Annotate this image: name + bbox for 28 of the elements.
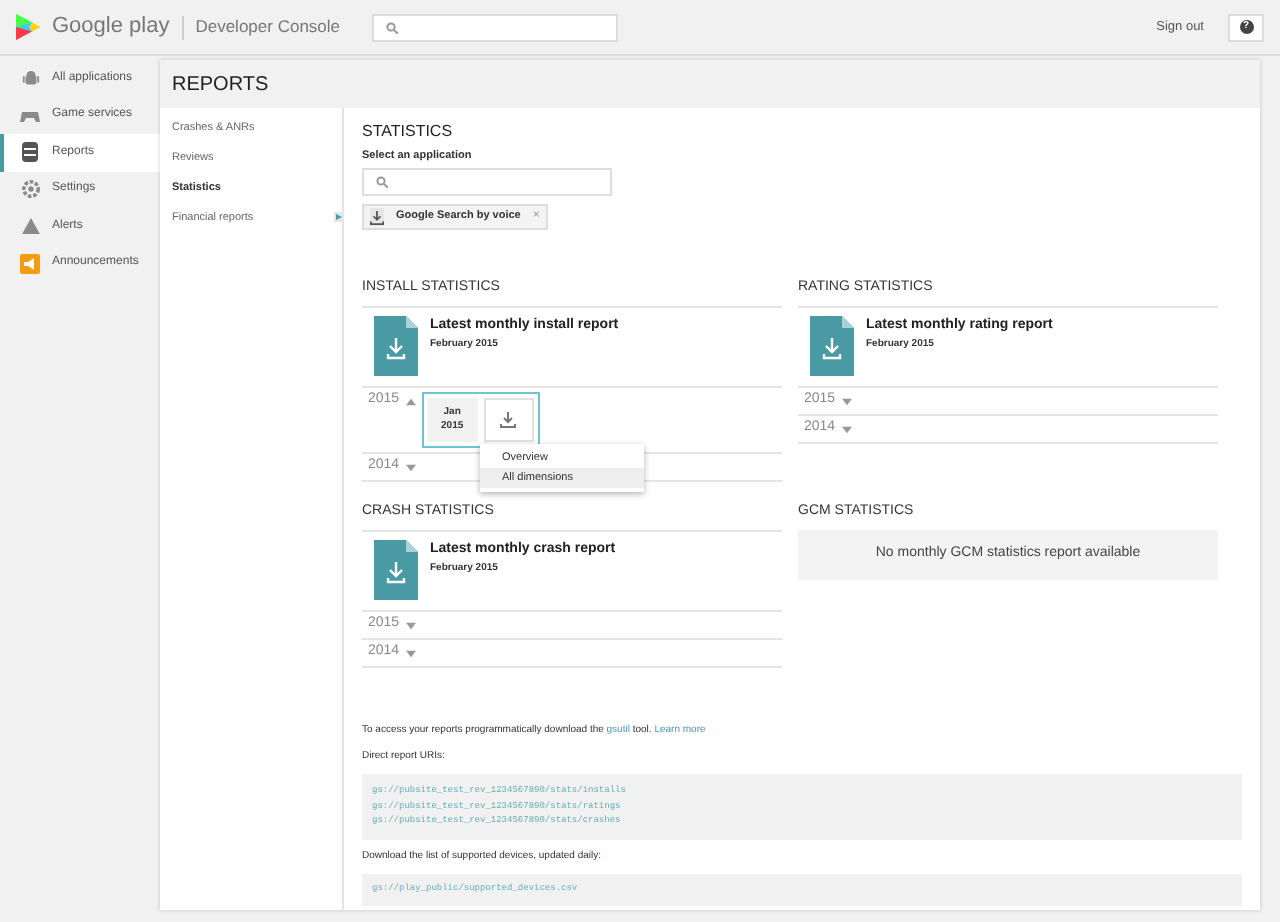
play-logo: [16, 14, 40, 40]
expand-icon: [405, 621, 416, 629]
database-icon: [22, 142, 38, 163]
gamepad-icon: [20, 107, 40, 124]
download-file-icon[interactable]: [374, 316, 418, 376]
search-field[interactable]: [372, 13, 619, 41]
collapse-icon: [405, 397, 416, 405]
product-name: Developer Console: [195, 14, 341, 40]
gear-icon: [21, 180, 39, 199]
warning-icon: [21, 218, 39, 235]
search-icon: [376, 176, 388, 188]
download-icon: [500, 412, 517, 428]
download-button[interactable]: [483, 398, 534, 442]
expand-icon: [841, 425, 852, 433]
brand-name: Google play: [52, 12, 170, 43]
expand-icon: [841, 397, 852, 405]
download-file-icon[interactable]: [810, 316, 854, 376]
section-heading: STATISTICS: [362, 120, 455, 144]
expand-icon: [405, 649, 416, 657]
app-search-field[interactable]: [362, 168, 612, 196]
android-icon: [21, 69, 39, 88]
megaphone-icon: [20, 253, 40, 274]
download-file-icon[interactable]: [374, 540, 418, 600]
expand-icon: [405, 463, 416, 471]
search-icon: [386, 21, 399, 33]
page-title: REPORTS: [160, 60, 1260, 108]
collapse-handle[interactable]: [334, 212, 344, 222]
app-icon: [370, 209, 384, 225]
